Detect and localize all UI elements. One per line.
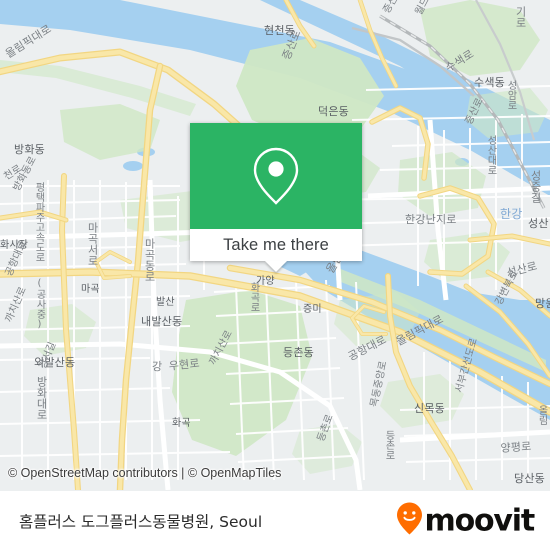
place-title: 홈플러스 도그플러스동물병원, Seoul	[19, 513, 263, 531]
moovit-brand[interactable]: moovit	[396, 502, 536, 541]
callout-tail	[265, 261, 287, 272]
callout-header	[190, 123, 362, 229]
take-me-there-label: Take me there	[223, 235, 329, 254]
map-screenshot: 올림픽대로 방화동 천로 방화동로 평택파주고속도로 (공사중) 화시장 공항대로 까치산로 외발…	[0, 0, 550, 550]
map-attribution[interactable]: © OpenStreetMap contributors | © OpenMap…	[8, 466, 281, 480]
callout-action-bar[interactable]: Take me there	[190, 229, 362, 261]
moovit-wordmark: moovit	[424, 503, 536, 538]
callout-body: Take me there	[190, 123, 362, 261]
map-callout-popup[interactable]: Take me there	[190, 123, 362, 272]
moovit-smiling-pin-icon	[396, 502, 423, 541]
footer-bar: 홈플러스 도그플러스동물병원, Seoul moovit	[0, 490, 550, 550]
location-pin-icon	[250, 145, 302, 207]
